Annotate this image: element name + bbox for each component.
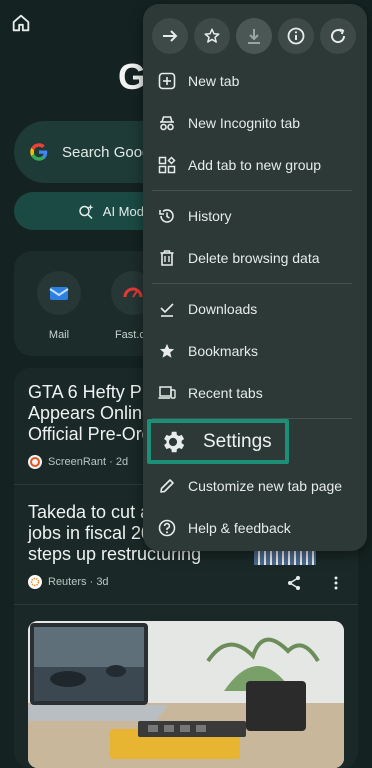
star-filled-icon <box>159 343 175 358</box>
menu-item-label: New tab <box>188 73 240 89</box>
incognito-icon <box>160 116 174 131</box>
menu-divider <box>152 190 352 191</box>
download-icon <box>248 29 260 44</box>
menu-item-label: Recent tabs <box>188 385 263 401</box>
plus-box-icon <box>158 72 176 90</box>
screenrant-logo-icon <box>28 455 42 469</box>
menu-item-label: New Incognito tab <box>188 115 301 131</box>
star-icon <box>204 28 220 43</box>
menu-item-label: Customize new tab page <box>188 478 343 494</box>
gear-icon <box>164 431 185 452</box>
pencil-icon <box>160 479 174 493</box>
info-icon <box>287 27 305 45</box>
menu-item-help-feedback[interactable]: Help & feedback <box>143 509 367 547</box>
menu-item-label: Bookmarks <box>188 343 259 359</box>
source-name: Reuters <box>48 576 87 588</box>
help-icon <box>158 519 176 537</box>
devices-icon <box>158 386 176 399</box>
reload-button[interactable] <box>320 18 356 54</box>
search-placeholder: Search Goog <box>62 143 151 161</box>
overflow-menu: New tab New Incognito tab Add tab to new… <box>143 4 367 551</box>
tab-group-icon <box>158 156 176 174</box>
menu-item-label: Settings <box>203 430 272 452</box>
forward-button[interactable] <box>152 18 188 54</box>
menu-item-customize-new-tab-page[interactable]: Customize new tab page <box>143 467 367 505</box>
refresh-icon <box>331 28 346 44</box>
menu-item-new-tab[interactable]: New tab <box>143 62 367 100</box>
mail-icon <box>49 287 69 300</box>
source-name: ScreenRant <box>48 456 107 468</box>
google-logo: G <box>118 56 147 97</box>
menu-item-label: Delete browsing data <box>188 250 320 266</box>
menu-item-history[interactable]: History <box>143 197 367 235</box>
history-icon <box>159 209 174 223</box>
article-age: · 2d <box>109 456 129 468</box>
laptop-router-photo <box>28 621 344 768</box>
menu-item-delete-browsing-data[interactable]: Delete browsing data <box>143 239 367 277</box>
menu-item-downloads[interactable]: Downloads <box>143 290 367 328</box>
shortcut-label: Mail <box>48 329 70 341</box>
menu-item-add-tab-to-group[interactable]: Add tab to new group <box>143 146 367 184</box>
download-button[interactable] <box>236 18 272 54</box>
divider <box>14 604 358 605</box>
google-g-icon <box>30 143 48 161</box>
shortcut-mail[interactable]: Mail <box>27 271 91 341</box>
download-check-icon <box>160 303 174 317</box>
article-image[interactable] <box>28 621 344 768</box>
trash-icon <box>160 250 174 266</box>
forward-icon <box>163 30 178 42</box>
menu-divider <box>152 283 352 284</box>
article-age: · 3d <box>89 576 109 588</box>
bookmark-button[interactable] <box>194 18 230 54</box>
more-vert-icon[interactable] <box>331 575 341 591</box>
ai-search-icon <box>79 204 94 220</box>
share-icon[interactable] <box>286 575 302 591</box>
menu-item-recent-tabs[interactable]: Recent tabs <box>143 374 367 412</box>
menu-item-new-incognito-tab[interactable]: New Incognito tab <box>143 104 367 142</box>
menu-item-bookmarks[interactable]: Bookmarks <box>143 332 367 370</box>
menu-action-bar <box>152 18 356 54</box>
menu-item-label: Downloads <box>188 301 258 317</box>
menu-item-label: Help & feedback <box>188 520 291 536</box>
speedometer-icon <box>123 287 143 298</box>
home-icon[interactable] <box>10 12 32 34</box>
menu-item-label: History <box>188 208 232 224</box>
menu-item-settings[interactable]: Settings <box>147 419 289 464</box>
menu-item-label: Add tab to new group <box>188 157 322 173</box>
page-info-button[interactable] <box>278 18 314 54</box>
reuters-logo-icon <box>28 575 42 589</box>
